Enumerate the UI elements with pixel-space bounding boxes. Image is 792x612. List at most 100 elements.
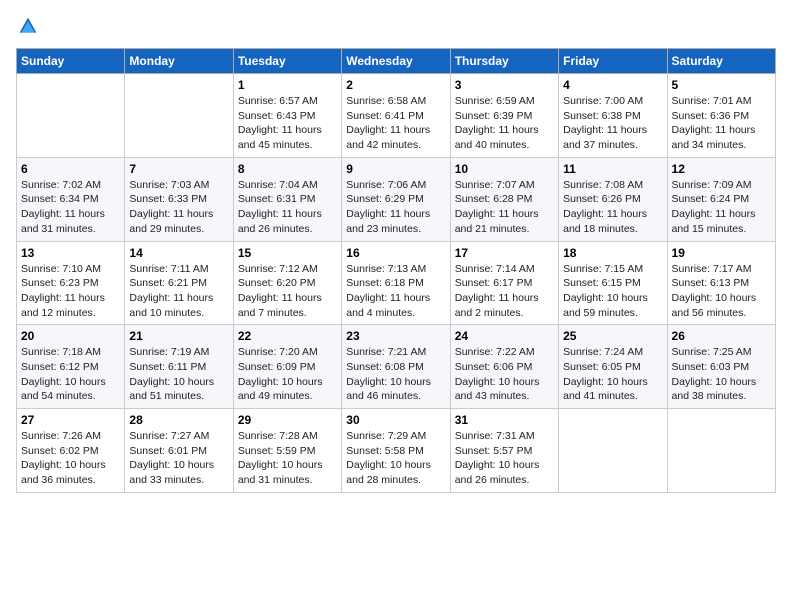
calendar-week-row: 27 Sunrise: 7:26 AMSunset: 6:02 PMDayligh… [17, 409, 776, 493]
day-number: 31 [455, 413, 554, 427]
day-number: 22 [238, 329, 337, 343]
calendar-cell [125, 74, 233, 158]
day-number: 16 [346, 246, 445, 260]
day-number: 12 [672, 162, 771, 176]
day-detail: Sunrise: 7:17 AMSunset: 6:13 PMDaylight:… [672, 262, 771, 321]
day-number: 20 [21, 329, 120, 343]
calendar-week-row: 20 Sunrise: 7:18 AMSunset: 6:12 PMDayligh… [17, 325, 776, 409]
calendar-cell: 15 Sunrise: 7:12 AMSunset: 6:20 PMDayligh… [233, 241, 341, 325]
day-number: 14 [129, 246, 228, 260]
day-number: 29 [238, 413, 337, 427]
day-number: 13 [21, 246, 120, 260]
calendar-cell [559, 409, 667, 493]
calendar-cell: 3 Sunrise: 6:59 AMSunset: 6:39 PMDaylight… [450, 74, 558, 158]
day-number: 28 [129, 413, 228, 427]
day-number: 5 [672, 78, 771, 92]
day-detail: Sunrise: 7:28 AMSunset: 5:59 PMDaylight:… [238, 429, 337, 488]
calendar-cell: 2 Sunrise: 6:58 AMSunset: 6:41 PMDaylight… [342, 74, 450, 158]
calendar-cell: 22Sunrise: 7:20 AMSunset: 6:09 PMDayligh… [233, 325, 341, 409]
day-detail: Sunrise: 6:59 AMSunset: 6:39 PMDaylight:… [455, 94, 554, 153]
page-header [16, 16, 776, 36]
day-detail: Sunrise: 7:11 AMSunset: 6:21 PMDaylight:… [129, 262, 228, 321]
weekday-header: Tuesday [233, 49, 341, 74]
day-detail: Sunrise: 7:19 AMSunset: 6:11 PMDaylight:… [129, 345, 228, 404]
calendar-cell: 28 Sunrise: 7:27 AMSunset: 6:01 PMDayligh… [125, 409, 233, 493]
day-detail: Sunrise: 7:24 AMSunset: 6:05 PMDaylight:… [563, 345, 662, 404]
calendar-week-row: 13 Sunrise: 7:10 AMSunset: 6:23 PMDayligh… [17, 241, 776, 325]
calendar-cell: 1 Sunrise: 6:57 AMSunset: 6:43 PMDaylight… [233, 74, 341, 158]
day-detail: Sunrise: 7:12 AMSunset: 6:20 PMDaylight:… [238, 262, 337, 321]
day-detail: Sunrise: 7:02 AMSunset: 6:34 PMDaylight:… [21, 178, 120, 237]
calendar-cell: 17 Sunrise: 7:14 AMSunset: 6:17 PMDayligh… [450, 241, 558, 325]
day-detail: Sunrise: 7:06 AMSunset: 6:29 PMDaylight:… [346, 178, 445, 237]
calendar-cell: 29 Sunrise: 7:28 AMSunset: 5:59 PMDayligh… [233, 409, 341, 493]
calendar-cell [667, 409, 775, 493]
day-number: 15 [238, 246, 337, 260]
calendar-header-row: SundayMondayTuesdayWednesdayThursdayFrid… [17, 49, 776, 74]
day-detail: Sunrise: 7:08 AMSunset: 6:26 PMDaylight:… [563, 178, 662, 237]
day-number: 25 [563, 329, 662, 343]
calendar-cell: 25 Sunrise: 7:24 AMSunset: 6:05 PMDayligh… [559, 325, 667, 409]
calendar-cell: 12 Sunrise: 7:09 AMSunset: 6:24 PMDayligh… [667, 157, 775, 241]
day-detail: Sunrise: 7:31 AMSunset: 5:57 PMDaylight:… [455, 429, 554, 488]
day-number: 8 [238, 162, 337, 176]
calendar-cell: 16 Sunrise: 7:13 AMSunset: 6:18 PMDayligh… [342, 241, 450, 325]
day-number: 2 [346, 78, 445, 92]
day-detail: Sunrise: 7:01 AMSunset: 6:36 PMDaylight:… [672, 94, 771, 153]
day-number: 30 [346, 413, 445, 427]
calendar-cell [17, 74, 125, 158]
day-detail: Sunrise: 7:22 AMSunset: 6:06 PMDaylight:… [455, 345, 554, 404]
day-number: 10 [455, 162, 554, 176]
day-number: 1 [238, 78, 337, 92]
weekday-header: Wednesday [342, 49, 450, 74]
day-number: 17 [455, 246, 554, 260]
day-number: 21 [129, 329, 228, 343]
day-detail: Sunrise: 7:21 AMSunset: 6:08 PMDaylight:… [346, 345, 445, 404]
calendar-cell: 26 Sunrise: 7:25 AMSunset: 6:03 PMDayligh… [667, 325, 775, 409]
calendar-cell: 6 Sunrise: 7:02 AMSunset: 6:34 PMDaylight… [17, 157, 125, 241]
calendar-table: SundayMondayTuesdayWednesdayThursdayFrid… [16, 48, 776, 493]
calendar-week-row: 1 Sunrise: 6:57 AMSunset: 6:43 PMDaylight… [17, 74, 776, 158]
day-number: 3 [455, 78, 554, 92]
calendar-cell: 18 Sunrise: 7:15 AMSunset: 6:15 PMDayligh… [559, 241, 667, 325]
day-number: 26 [672, 329, 771, 343]
day-detail: Sunrise: 7:10 AMSunset: 6:23 PMDaylight:… [21, 262, 120, 321]
day-number: 27 [21, 413, 120, 427]
calendar-cell: 20 Sunrise: 7:18 AMSunset: 6:12 PMDayligh… [17, 325, 125, 409]
day-detail: Sunrise: 7:13 AMSunset: 6:18 PMDaylight:… [346, 262, 445, 321]
day-number: 11 [563, 162, 662, 176]
weekday-header: Monday [125, 49, 233, 74]
day-detail: Sunrise: 7:18 AMSunset: 6:12 PMDaylight:… [21, 345, 120, 404]
day-detail: Sunrise: 6:57 AMSunset: 6:43 PMDaylight:… [238, 94, 337, 153]
day-number: 7 [129, 162, 228, 176]
calendar-cell: 5 Sunrise: 7:01 AMSunset: 6:36 PMDaylight… [667, 74, 775, 158]
calendar-cell: 23 Sunrise: 7:21 AMSunset: 6:08 PMDayligh… [342, 325, 450, 409]
calendar-cell: 19 Sunrise: 7:17 AMSunset: 6:13 PMDayligh… [667, 241, 775, 325]
weekday-header: Sunday [17, 49, 125, 74]
calendar-cell: 21 Sunrise: 7:19 AMSunset: 6:11 PMDayligh… [125, 325, 233, 409]
weekday-header: Friday [559, 49, 667, 74]
day-detail: Sunrise: 7:27 AMSunset: 6:01 PMDaylight:… [129, 429, 228, 488]
calendar-cell: 31 Sunrise: 7:31 AMSunset: 5:57 PMDayligh… [450, 409, 558, 493]
logo-icon [18, 16, 38, 36]
day-number: 19 [672, 246, 771, 260]
day-detail: Sunrise: 7:25 AMSunset: 6:03 PMDaylight:… [672, 345, 771, 404]
day-detail: Sunrise: 7:26 AMSunset: 6:02 PMDaylight:… [21, 429, 120, 488]
day-detail: Sunrise: 7:14 AMSunset: 6:17 PMDaylight:… [455, 262, 554, 321]
day-number: 18 [563, 246, 662, 260]
day-detail: Sunrise: 7:15 AMSunset: 6:15 PMDaylight:… [563, 262, 662, 321]
day-number: 4 [563, 78, 662, 92]
calendar-cell: 8Sunrise: 7:04 AMSunset: 6:31 PMDaylight… [233, 157, 341, 241]
day-detail: Sunrise: 7:09 AMSunset: 6:24 PMDaylight:… [672, 178, 771, 237]
day-detail: Sunrise: 6:58 AMSunset: 6:41 PMDaylight:… [346, 94, 445, 153]
day-detail: Sunrise: 7:00 AMSunset: 6:38 PMDaylight:… [563, 94, 662, 153]
day-detail: Sunrise: 7:03 AMSunset: 6:33 PMDaylight:… [129, 178, 228, 237]
day-detail: Sunrise: 7:07 AMSunset: 6:28 PMDaylight:… [455, 178, 554, 237]
day-number: 23 [346, 329, 445, 343]
calendar-cell: 30Sunrise: 7:29 AMSunset: 5:58 PMDayligh… [342, 409, 450, 493]
calendar-cell: 13 Sunrise: 7:10 AMSunset: 6:23 PMDayligh… [17, 241, 125, 325]
weekday-header: Thursday [450, 49, 558, 74]
day-number: 6 [21, 162, 120, 176]
logo [16, 16, 38, 36]
calendar-cell: 10 Sunrise: 7:07 AMSunset: 6:28 PMDayligh… [450, 157, 558, 241]
